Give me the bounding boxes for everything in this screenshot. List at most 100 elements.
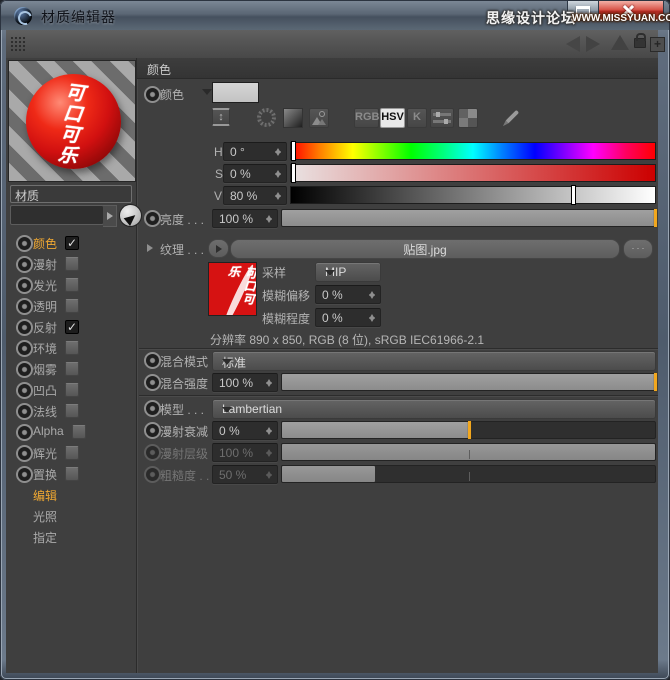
saturation-value-field[interactable]: 0 % (223, 164, 287, 183)
hue-slider[interactable] (290, 141, 656, 161)
image-mode-icon[interactable] (309, 108, 329, 128)
channel-label[interactable]: 凹凸 (33, 382, 57, 399)
hsv-mode-button[interactable]: HSV (380, 108, 405, 128)
channel-label[interactable]: 漫射 (33, 256, 57, 273)
channel-label[interactable]: 颜色 (33, 235, 57, 252)
channel-row-transparency[interactable]: 透明 (6, 295, 136, 315)
channel-row-color[interactable]: 颜色 ✓ (6, 232, 136, 252)
channel-checkbox[interactable] (65, 257, 79, 271)
texture-browse-button[interactable]: . . . (623, 239, 653, 259)
saturation-slider[interactable] (290, 163, 656, 183)
channel-row-alpha[interactable]: Alpha (6, 421, 136, 441)
texture-file-button[interactable]: 贴图.jpg (230, 239, 620, 259)
model-dropdown[interactable]: Lambertian (212, 399, 656, 419)
channel-knob-icon (16, 466, 33, 483)
eyedropper-icon[interactable] (495, 104, 525, 134)
slider-handle[interactable] (467, 421, 471, 439)
value-marker[interactable] (571, 185, 577, 205)
texture-expander-icon[interactable] (147, 244, 157, 252)
channel-checkbox[interactable] (65, 467, 79, 481)
mix-mode-dropdown[interactable]: 标准 (212, 351, 656, 371)
material-name-input[interactable]: 材质 (10, 185, 132, 203)
channel-checkbox[interactable]: ✓ (65, 320, 79, 334)
mix-strength-slider[interactable] (281, 373, 657, 391)
channel-checkbox[interactable] (65, 383, 79, 397)
channel-label[interactable]: 辉光 (33, 445, 57, 462)
spinner-icon[interactable] (369, 289, 376, 301)
channel-row-fog[interactable]: 烟雾 (6, 358, 136, 378)
channel-label[interactable]: 反射 (33, 319, 57, 336)
collapse-arrow-icon[interactable] (202, 89, 212, 100)
value-value-field[interactable]: 80 % (223, 186, 287, 205)
blur-offset-field[interactable]: 0 % (315, 285, 381, 304)
spinner-icon[interactable] (275, 168, 282, 180)
blur-offset-label: 模糊偏移 (262, 289, 311, 303)
blur-scale-field[interactable]: 0 % (315, 308, 381, 327)
rgb-mode-button[interactable]: RGB (354, 108, 379, 128)
channel-checkbox[interactable] (65, 341, 79, 355)
add-icon[interactable]: + (650, 37, 665, 52)
cursor-arrow-icon (123, 208, 143, 226)
channel-row-normal[interactable]: 法线 (6, 400, 136, 420)
channel-row-diffusion[interactable]: 漫射 (6, 253, 136, 273)
spinner-icon[interactable] (266, 377, 273, 389)
channel-label[interactable]: 法线 (33, 403, 57, 420)
lock-icon[interactable] (634, 33, 646, 48)
value-slider[interactable] (290, 185, 656, 205)
channel-checkbox[interactable] (65, 446, 79, 460)
diffuse-falloff-slider[interactable] (281, 421, 656, 439)
texture-layer-button[interactable] (208, 239, 229, 258)
material-preview[interactable]: 可口可乐 (8, 60, 136, 182)
swatches-icon[interactable] (458, 108, 478, 128)
spinner-icon[interactable] (275, 146, 282, 158)
page-assign[interactable]: 指定 (33, 529, 57, 546)
channel-checkbox[interactable] (65, 362, 79, 376)
channel-row-bump[interactable]: 凹凸 (6, 379, 136, 399)
spinner-icon[interactable] (275, 190, 282, 202)
channel-checkbox[interactable] (72, 425, 86, 439)
nav-forward-icon[interactable] (586, 36, 600, 52)
drag-handle-icon[interactable] (10, 36, 26, 52)
slider-handle[interactable] (654, 373, 657, 391)
channel-label[interactable]: 烟雾 (33, 361, 57, 378)
material-select-arrow-icon[interactable] (103, 205, 117, 227)
spinner-icon[interactable] (266, 213, 273, 225)
spinner-icon[interactable] (266, 425, 273, 437)
channel-label[interactable]: Alpha (33, 424, 64, 438)
sampling-dropdown[interactable]: MIP (315, 262, 381, 282)
diffuse-falloff-field[interactable]: 0 % (212, 421, 278, 440)
page-edit[interactable]: 编辑 (33, 487, 57, 504)
slider-handle[interactable] (654, 209, 657, 227)
gradient-mode-icon[interactable] (283, 108, 303, 128)
hue-marker[interactable] (291, 141, 296, 161)
channel-label[interactable]: 置换 (33, 466, 57, 483)
channel-label[interactable]: 发光 (33, 277, 57, 294)
brightness-slider[interactable] (281, 209, 657, 227)
color-wheel-icon[interactable] (257, 108, 276, 127)
channel-row-environment[interactable]: 环境 (6, 337, 136, 357)
channel-row-reflectance[interactable]: 反射 ✓ (6, 316, 136, 336)
channel-checkbox[interactable] (65, 299, 79, 313)
channel-row-glow[interactable]: 辉光 (6, 442, 136, 462)
channel-checkbox[interactable] (65, 278, 79, 292)
saturation-marker[interactable] (291, 163, 296, 183)
mix-strength-field[interactable]: 100 % (212, 373, 278, 392)
pick-material-button[interactable] (119, 204, 143, 227)
k-mode-button[interactable]: K (407, 108, 427, 128)
compact-mode-icon[interactable]: ↕ (212, 108, 230, 126)
nav-back-icon[interactable] (566, 36, 580, 52)
channel-checkbox[interactable]: ✓ (65, 236, 79, 250)
channel-row-luminance[interactable]: 发光 (6, 274, 136, 294)
mixer-icon[interactable] (430, 108, 454, 128)
hue-value-field[interactable]: 0 ° (223, 142, 287, 161)
color-swatch[interactable] (212, 82, 259, 103)
texture-thumbnail[interactable]: 可口可乐 (208, 262, 257, 316)
brightness-value-field[interactable]: 100 % (212, 209, 278, 228)
channel-row-displacement[interactable]: 置换 (6, 463, 136, 483)
page-illumination[interactable]: 光照 (33, 508, 57, 525)
channel-label[interactable]: 透明 (33, 298, 57, 315)
material-select[interactable] (10, 205, 104, 225)
channel-checkbox[interactable] (65, 404, 79, 418)
channel-label[interactable]: 环境 (33, 340, 57, 357)
spinner-icon[interactable] (369, 312, 376, 324)
